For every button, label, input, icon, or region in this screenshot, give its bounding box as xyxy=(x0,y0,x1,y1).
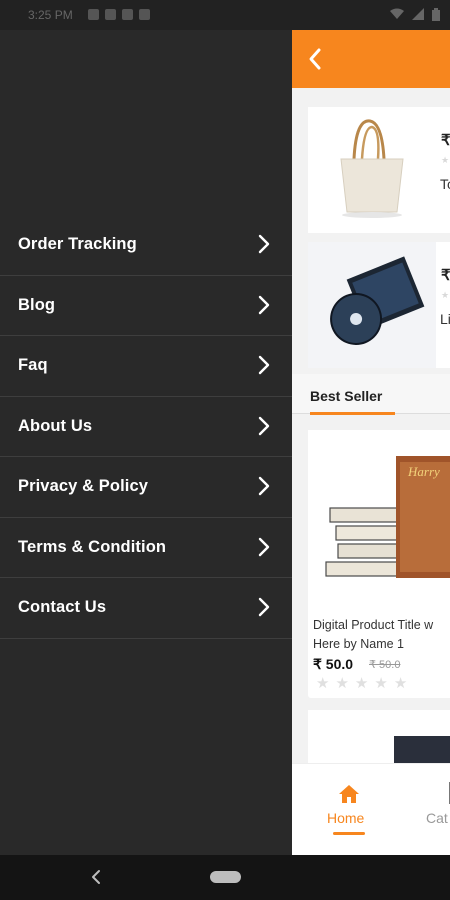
svg-text:Harry: Harry xyxy=(407,464,440,479)
drawer-item-contact-us[interactable]: Contact Us xyxy=(0,578,292,639)
star-icon: ★ xyxy=(393,675,408,692)
drawer-item-faq[interactable]: Faq xyxy=(0,336,292,397)
product-title: Digital Product Title w Here by Name 1 xyxy=(313,618,434,651)
drawer-item-label: Faq xyxy=(18,356,48,374)
rating-stars: ★★★ xyxy=(441,155,450,165)
chevron-right-icon xyxy=(258,416,270,435)
nav-home-label[interactable]: Home xyxy=(327,810,364,826)
rating-stars: ★ ★ ★ ★ ★ xyxy=(316,674,407,692)
chevron-right-icon xyxy=(258,355,270,375)
navigation-drawer: Order Tracking Blog Faq About Us Privacy… xyxy=(0,30,292,855)
drawer-item-label: About Us xyxy=(18,416,93,435)
chevron-right-icon xyxy=(258,295,270,314)
drawer-item-order-tracking[interactable]: Order Tracking xyxy=(0,215,292,276)
system-navigation-bar xyxy=(0,855,450,900)
cart-item-description: Tc a xyxy=(440,176,450,192)
product-image xyxy=(308,710,450,770)
notification-icons xyxy=(88,9,150,20)
wifi-icon xyxy=(390,8,404,19)
tab-best-seller[interactable]: Best Seller xyxy=(310,388,382,404)
handbag-image xyxy=(308,107,436,233)
star-icon: ★ xyxy=(374,675,388,692)
star-icon: ★ xyxy=(316,675,330,692)
product-card[interactable] xyxy=(308,710,450,770)
main-content: ₹ ★★★ Tc a ₹ ★★★ Li a Best Seller xyxy=(292,30,450,855)
drawer-item-label: Order Tracking xyxy=(18,235,137,253)
app-bar xyxy=(292,30,450,88)
cart-item[interactable]: ₹ ★★★ Li a xyxy=(308,242,450,368)
notification-icon xyxy=(88,9,99,20)
drawer-item-label: Terms & Condition xyxy=(18,537,167,556)
cart-item-price: ₹ xyxy=(441,267,450,284)
system-home-pill[interactable] xyxy=(210,871,241,883)
chevron-right-icon xyxy=(258,537,270,556)
product-card[interactable]: Harry Digital Product Title w Here by Na… xyxy=(308,430,450,698)
drawer-menu: Order Tracking Blog Faq About Us Privacy… xyxy=(0,215,292,639)
drawer-item-privacy-policy[interactable]: Privacy & Policy xyxy=(0,457,292,518)
product-price: ₹ 50.0 xyxy=(313,656,354,672)
tab-indicator xyxy=(310,412,395,415)
signal-icon xyxy=(412,8,424,20)
rating-stars: ★★★ xyxy=(441,290,450,300)
product-old-price: ₹ 50.0 xyxy=(369,659,401,671)
status-bar: 3:25 PM xyxy=(0,0,450,30)
bottom-navigation: Home Cat xyxy=(292,763,450,855)
drawer-item-label: Contact Us xyxy=(18,598,107,616)
notification-icon xyxy=(139,9,150,20)
nav-home-indicator xyxy=(333,832,365,835)
notification-icon xyxy=(105,9,116,20)
drawer-item-about-us[interactable]: About Us xyxy=(0,397,292,457)
notification-icon xyxy=(122,9,133,20)
cart-item[interactable]: ₹ ★★★ Tc a xyxy=(308,107,450,233)
home-icon[interactable] xyxy=(338,784,360,804)
drawer-item-label: Privacy & Policy xyxy=(18,477,149,495)
drawer-item-terms-condition[interactable]: Terms & Condition xyxy=(0,518,292,578)
chevron-right-icon xyxy=(258,597,270,617)
nav-categories-label[interactable]: Cat xyxy=(426,810,448,826)
status-indicators xyxy=(390,8,440,21)
drawer-item-label: Blog xyxy=(18,295,56,314)
section-tabs: Best Seller xyxy=(292,374,450,415)
cart-item-price: ₹ xyxy=(441,132,450,149)
cart-item-description: Li a xyxy=(440,311,450,327)
status-time: 3:25 PM xyxy=(28,8,73,22)
drawer-item-blog[interactable]: Blog xyxy=(0,276,292,336)
star-icon: ★ xyxy=(354,675,369,692)
system-back-icon[interactable] xyxy=(91,869,101,885)
back-arrow-icon[interactable] xyxy=(308,47,322,71)
book-stack-image: Harry xyxy=(308,430,450,610)
chevron-right-icon xyxy=(258,234,270,254)
dvd-image xyxy=(308,242,436,368)
battery-icon xyxy=(432,8,440,21)
star-icon: ★ xyxy=(335,675,349,692)
chevron-right-icon xyxy=(258,476,270,496)
